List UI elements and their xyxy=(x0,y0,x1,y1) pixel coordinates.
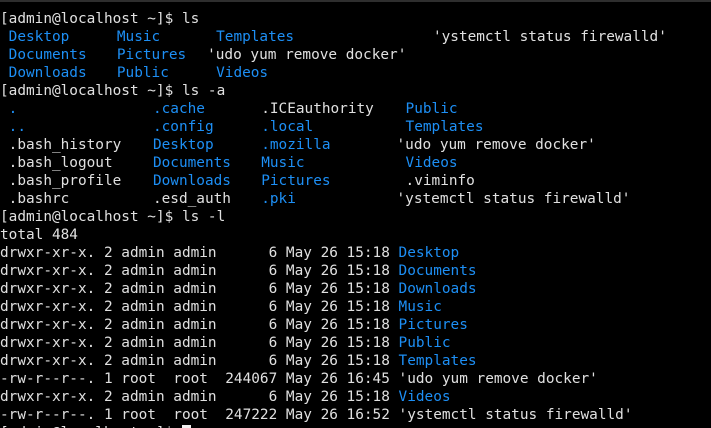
directory-entry: .local xyxy=(252,119,314,135)
file-entry: 'udo yum remove docker' xyxy=(389,371,598,387)
directory-entry: Music xyxy=(108,29,161,45)
directory-entry: Music xyxy=(389,299,442,315)
file-metadata: drwxr-xr-x. 2 admin admin 6 May 26 15:18 xyxy=(0,389,390,405)
long-listing-row: drwxr-xr-x. 2 admin admin 6 May 26 15:18… xyxy=(0,298,442,316)
directory-entry: Desktop xyxy=(0,29,70,45)
directory-entry: Templates xyxy=(389,353,477,369)
directory-entry: Pictures xyxy=(108,47,187,63)
directory-entry: Pictures xyxy=(252,173,331,189)
directory-entry: Documents xyxy=(0,47,87,63)
directory-entry: Public xyxy=(108,65,169,81)
directory-entry: . xyxy=(0,101,18,117)
file-metadata: drwxr-xr-x. 2 admin admin 6 May 26 15:18 xyxy=(0,299,390,315)
directory-entry: .pki xyxy=(252,191,296,207)
directory-entry: Desktop xyxy=(389,245,460,261)
long-listing-row: -rw-r--r--. 1 root root 247222 May 26 16… xyxy=(0,406,632,424)
directory-entry: Templates xyxy=(396,119,484,135)
file-entry: .ICEauthority xyxy=(252,101,374,117)
terminal-window[interactable]: [admin@localhost ~]$ ls Desktop Music Te… xyxy=(0,0,711,428)
prompt-line: [admin@localhost ~]$ ls xyxy=(0,11,200,27)
file-entry: .viminfo xyxy=(396,173,475,189)
directory-entry: Pictures xyxy=(389,317,468,333)
long-listing-row: drwxr-xr-x. 2 admin admin 6 May 26 15:18… xyxy=(0,352,477,370)
output-line: total 484 xyxy=(0,227,78,243)
directory-entry: Public xyxy=(389,335,451,351)
file-metadata: -rw-r--r--. 1 root root 247222 May 26 16… xyxy=(0,407,390,423)
directory-entry: Videos xyxy=(396,155,458,171)
file-metadata: drwxr-xr-x. 2 admin admin 6 May 26 15:18 xyxy=(0,335,390,351)
active-prompt-line[interactable]: [admin@localhost ~]$ xyxy=(0,424,191,428)
directory-entry: Desktop xyxy=(144,137,214,153)
directory-entry: Downloads xyxy=(144,173,231,189)
long-listing-row: -rw-r--r--. 1 root root 244067 May 26 16… xyxy=(0,370,598,388)
file-entry: 'ystemctl status firewalld' xyxy=(387,191,631,207)
directory-entry: Documents xyxy=(144,155,231,171)
directory-entry: .cache xyxy=(144,101,205,117)
file-metadata: drwxr-xr-x. 2 admin admin 6 May 26 15:18 xyxy=(0,281,390,297)
long-listing-row: drwxr-xr-x. 2 admin admin 6 May 26 15:18… xyxy=(0,244,459,262)
directory-entry: Music xyxy=(252,155,305,171)
file-entry: 'ystemctl status firewalld' xyxy=(432,29,667,45)
file-entry: 'udo yum remove docker' xyxy=(387,137,596,153)
file-entry: .bash_logout xyxy=(0,155,113,171)
long-listing-row: drwxr-xr-x. 2 admin admin 6 May 26 15:18… xyxy=(0,334,451,352)
file-metadata: drwxr-xr-x. 2 admin admin 6 May 26 15:18 xyxy=(0,245,390,261)
file-metadata: drwxr-xr-x. 2 admin admin 6 May 26 15:18 xyxy=(0,353,390,369)
directory-entry: Documents xyxy=(389,263,477,279)
file-entry: 'udo yum remove docker' xyxy=(198,47,407,63)
long-listing-row: drwxr-xr-x. 2 admin admin 6 May 26 15:18… xyxy=(0,280,477,298)
file-entry: .esd_auth xyxy=(144,191,231,207)
window-top-edge xyxy=(0,0,711,2)
directory-entry: Videos xyxy=(207,65,269,81)
directory-entry: Videos xyxy=(389,389,451,405)
long-listing-row: drwxr-xr-x. 2 admin admin 6 May 26 15:18… xyxy=(0,316,468,334)
directory-entry: Templates xyxy=(207,29,295,45)
file-entry: .bashrc xyxy=(0,191,70,207)
directory-entry: .. xyxy=(0,119,26,135)
directory-entry: Public xyxy=(396,101,458,117)
file-metadata: drwxr-xr-x. 2 admin admin 6 May 26 15:18 xyxy=(0,317,390,333)
directory-entry: Downloads xyxy=(389,281,477,297)
file-entry: .bash_profile xyxy=(0,173,122,189)
file-entry: 'ystemctl status firewalld' xyxy=(389,407,633,423)
prompt-line: [admin@localhost ~]$ ls -a xyxy=(0,83,226,99)
long-listing-row: drwxr-xr-x. 2 admin admin 6 May 26 15:18… xyxy=(0,262,477,280)
directory-entry: Downloads xyxy=(0,65,87,81)
file-metadata: -rw-r--r--. 1 root root 244067 May 26 16… xyxy=(0,371,390,387)
file-entry: .bash_history xyxy=(0,137,122,153)
directory-entry: .mozilla xyxy=(252,137,331,153)
long-listing-row: drwxr-xr-x. 2 admin admin 6 May 26 15:18… xyxy=(0,388,451,406)
prompt-line: [admin@localhost ~]$ ls -l xyxy=(0,209,226,225)
file-metadata: drwxr-xr-x. 2 admin admin 6 May 26 15:18 xyxy=(0,263,390,279)
directory-entry: .config xyxy=(144,119,214,135)
